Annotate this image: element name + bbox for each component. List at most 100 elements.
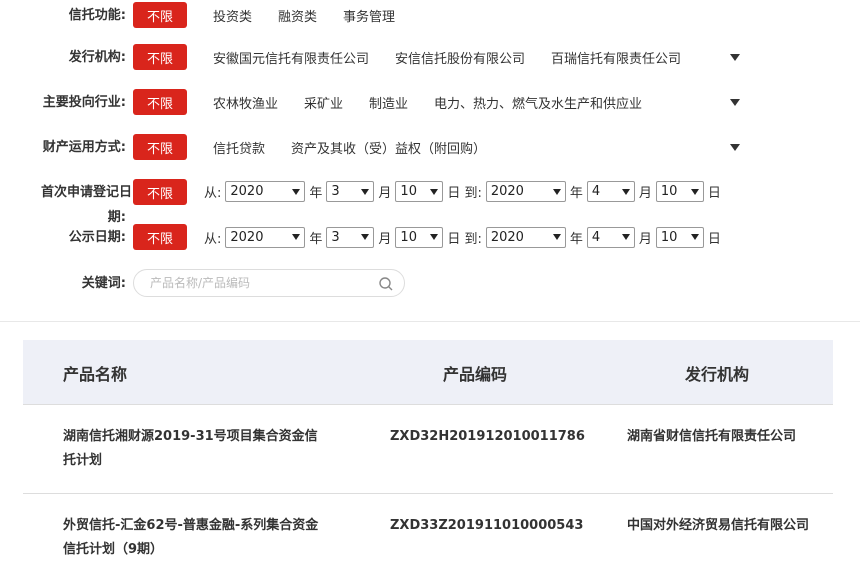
product-name[interactable]: 湖南信托湘财源2019-31号项目集合资金信托计划 — [63, 425, 325, 473]
options: 投资类 融资类 事务管理 — [213, 6, 421, 25]
product-issuer: 湖南省财信信托有限责任公司 — [627, 429, 797, 444]
all-button[interactable]: 不限 — [133, 2, 187, 28]
dropdown-arrow-icon — [430, 188, 439, 195]
filter-row-industry: 主要投向行业: 不限 农林牧渔业 采矿业 制造业 电力、热力、燃气及水生产和供应… — [0, 87, 740, 117]
dropdown-arrow-icon — [361, 188, 370, 195]
option[interactable]: 采矿业 — [304, 93, 343, 112]
option[interactable]: 信托贷款 — [213, 138, 265, 157]
filter-row-first-registration: 首次申请登记日 期: 不限 从: 2020 年 3 月 10 日 到: 2020… — [0, 177, 721, 225]
end-day-select[interactable]: 10 — [655, 181, 704, 202]
filter-row-property-use: 财产运用方式: 不限 信托贷款 资产及其收（受）益权（附回购） — [0, 132, 740, 162]
column-header-name: 产品名称 — [63, 365, 128, 384]
filter-label: 主要投向行业: — [42, 94, 126, 110]
day-unit: 日 — [447, 231, 461, 247]
filter-label: 财产运用方式: — [42, 139, 126, 155]
expand-caret-icon[interactable] — [730, 53, 740, 61]
start-year-select[interactable]: 2020 — [225, 181, 306, 202]
year-unit: 年 — [309, 186, 323, 201]
dropdown-arrow-icon — [292, 188, 301, 195]
table-header: 产品名称 产品编码 发行机构 — [23, 340, 833, 404]
from-label: 从: — [204, 231, 222, 247]
dropdown-arrow-icon — [430, 234, 439, 240]
option[interactable]: 电力、热力、燃气及水生产和供应业 — [434, 93, 642, 112]
from-label: 从: — [204, 186, 222, 201]
start-month-select[interactable]: 3 — [326, 181, 375, 202]
all-button[interactable]: 不限 — [133, 179, 187, 205]
dropdown-arrow-icon — [621, 234, 630, 240]
end-year-select[interactable]: 2020 — [485, 181, 566, 202]
start-month-select[interactable]: 3 — [326, 226, 375, 248]
end-month-select[interactable]: 4 — [586, 226, 635, 248]
product-code: ZXD32H201912010011786 — [390, 429, 585, 444]
option[interactable]: 安徽国元信托有限责任公司 — [213, 48, 369, 67]
option[interactable]: 制造业 — [369, 93, 408, 112]
filter-label: 信托功能: — [68, 7, 126, 23]
dropdown-arrow-icon — [361, 234, 370, 240]
product-issuer: 中国对外经济贸易信托有限公司 — [627, 518, 810, 533]
month-unit: 月 — [378, 231, 392, 247]
column-header-code: 产品编码 — [443, 365, 508, 384]
dropdown-arrow-icon — [690, 234, 699, 240]
end-month-select[interactable]: 4 — [586, 181, 635, 202]
start-day-select[interactable]: 10 — [395, 226, 444, 248]
search-icon[interactable] — [378, 276, 394, 292]
end-year-select[interactable]: 2020 — [485, 226, 566, 248]
keyword-search-box — [133, 269, 405, 297]
day-unit: 日 — [707, 231, 721, 247]
table-row[interactable]: 湖南信托湘财源2019-31号项目集合资金信托计划 ZXD32H20191201… — [23, 404, 833, 493]
to-label: 到: — [464, 231, 482, 247]
date-range: 从: 2020 年 3 月 10 日 到: 2020 年 4 月 10 日 — [200, 226, 725, 248]
options: 信托贷款 资产及其收（受）益权（附回购） — [213, 138, 512, 157]
start-year-select[interactable]: 2020 — [225, 226, 306, 248]
option[interactable]: 融资类 — [278, 6, 317, 25]
options: 农林牧渔业 采矿业 制造业 电力、热力、燃气及水生产和供应业 — [213, 93, 668, 112]
filter-label: 首次申请登记日 — [40, 185, 132, 200]
divider — [0, 321, 860, 322]
option[interactable]: 百瑞信托有限责任公司 — [551, 48, 681, 67]
dropdown-arrow-icon — [552, 188, 561, 195]
filter-label: 关键词: — [81, 275, 126, 291]
expand-caret-icon[interactable] — [730, 143, 740, 151]
option[interactable]: 资产及其收（受）益权（附回购） — [291, 138, 486, 157]
all-button[interactable]: 不限 — [133, 224, 187, 250]
option[interactable]: 事务管理 — [343, 6, 395, 25]
day-unit: 日 — [707, 186, 721, 201]
filter-label: 发行机构: — [68, 49, 126, 65]
filter-row-publication-date: 公示日期: 不限 从: 2020 年 3 月 10 日 到: 2020 年 4 … — [0, 222, 721, 252]
dropdown-arrow-icon — [621, 188, 630, 195]
column-header-issuer: 发行机构 — [685, 365, 750, 384]
month-unit: 月 — [638, 186, 652, 201]
dropdown-arrow-icon — [552, 234, 561, 240]
month-unit: 月 — [638, 231, 652, 247]
all-button[interactable]: 不限 — [133, 134, 187, 160]
filter-row-issuer: 发行机构: 不限 安徽国元信托有限责任公司 安信信托股份有限公司 百瑞信托有限责… — [0, 42, 740, 72]
dropdown-arrow-icon — [690, 188, 699, 195]
filter-panel: 信托功能: 不限 投资类 融资类 事务管理 发行机构: 不限 安徽国元信托有限责… — [0, 0, 860, 322]
product-code: ZXD33Z201911010000543 — [390, 518, 584, 533]
month-unit: 月 — [378, 186, 392, 201]
dropdown-arrow-icon — [292, 234, 301, 240]
filter-row-trust-function: 信托功能: 不限 投资类 融资类 事务管理 — [0, 0, 395, 30]
start-day-select[interactable]: 10 — [395, 181, 444, 202]
year-unit: 年 — [309, 231, 323, 247]
filter-label: 公示日期: — [68, 229, 126, 245]
expand-caret-icon[interactable] — [730, 98, 740, 106]
filter-row-keyword: 关键词: — [0, 268, 126, 298]
year-unit: 年 — [569, 186, 583, 201]
results-table: 产品名称 产品编码 发行机构 湖南信托湘财源2019-31号项目集合资金信托计划… — [23, 340, 833, 569]
date-range: 从: 2020 年 3 月 10 日 到: 2020 年 4 月 10 日 — [200, 181, 725, 202]
option[interactable]: 投资类 — [213, 6, 252, 25]
table-row[interactable]: 外贸信托-汇金62号-普惠金融-系列集合资金信托计划（9期） ZXD33Z201… — [23, 493, 833, 569]
year-unit: 年 — [569, 231, 583, 247]
option[interactable]: 安信信托股份有限公司 — [395, 48, 525, 67]
keyword-input[interactable] — [150, 276, 370, 290]
options: 安徽国元信托有限责任公司 安信信托股份有限公司 百瑞信托有限责任公司 — [213, 48, 707, 67]
to-label: 到: — [464, 186, 482, 201]
product-name[interactable]: 外贸信托-汇金62号-普惠金融-系列集合资金信托计划（9期） — [63, 514, 325, 562]
all-button[interactable]: 不限 — [133, 89, 187, 115]
end-day-select[interactable]: 10 — [655, 226, 704, 248]
all-button[interactable]: 不限 — [133, 44, 187, 70]
option[interactable]: 农林牧渔业 — [213, 93, 278, 112]
page: 信托功能: 不限 投资类 融资类 事务管理 发行机构: 不限 安徽国元信托有限责… — [0, 0, 860, 569]
day-unit: 日 — [447, 186, 461, 201]
